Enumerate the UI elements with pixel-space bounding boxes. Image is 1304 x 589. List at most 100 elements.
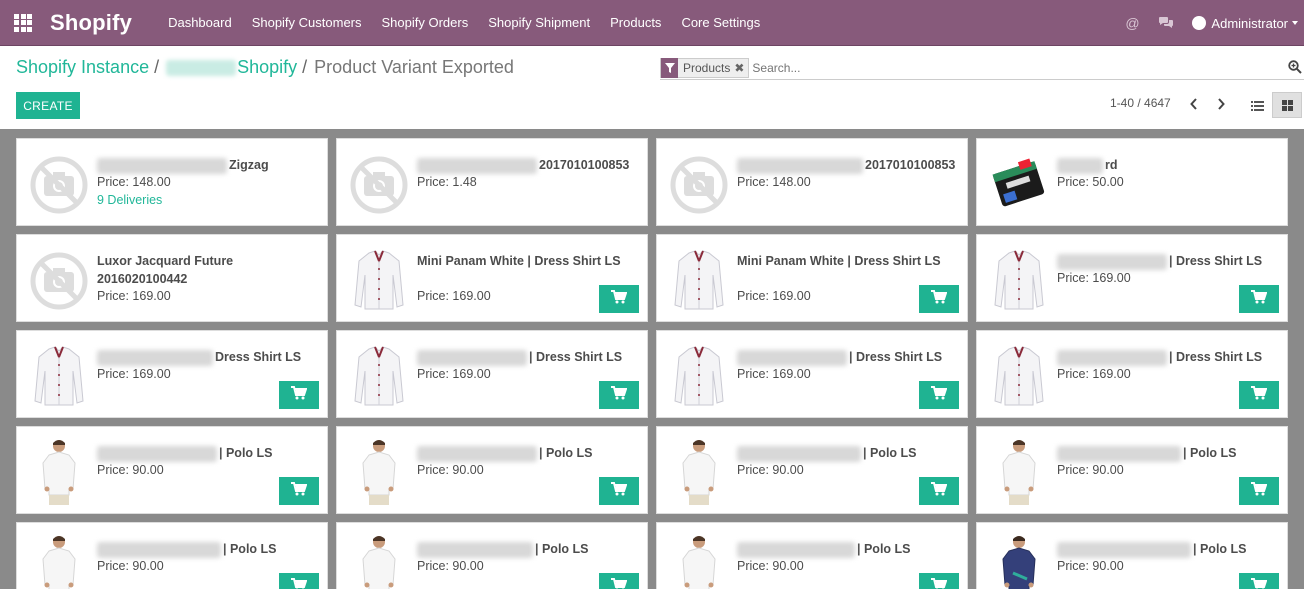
product-card[interactable]: | Polo LS Price: 90.00	[336, 522, 648, 589]
no-image-icon	[347, 149, 411, 217]
product-card[interactable]: | Polo LS Price: 90.00	[336, 426, 648, 514]
shopping-cart-icon	[1251, 481, 1268, 501]
add-to-cart-button[interactable]	[1239, 381, 1279, 409]
add-to-cart-button[interactable]	[599, 381, 639, 409]
product-card[interactable]: Mini Panam White | Dress Shirt LS Price: …	[336, 234, 648, 322]
chat-bubbles-icon[interactable]	[1158, 15, 1174, 31]
add-to-cart-button[interactable]	[1239, 477, 1279, 505]
user-name: Administrator	[1211, 15, 1288, 31]
product-price: Price: 90.00	[97, 559, 164, 573]
add-to-cart-button[interactable]	[279, 381, 319, 409]
shopping-cart-icon	[931, 577, 948, 589]
product-card[interactable]: | Polo LS Price: 90.00	[976, 522, 1288, 589]
product-card[interactable]: 2017010100853 Price: 148.00	[656, 138, 968, 226]
product-card[interactable]: 2017010100853 Price: 1.48	[336, 138, 648, 226]
product-title-text: Mini Panam White | Dress Shirt LS	[417, 254, 621, 268]
product-title: | Polo LS	[737, 540, 963, 558]
product-title-suffix: | Dress Shirt LS	[1169, 254, 1263, 268]
redacted-text	[1057, 253, 1167, 270]
redacted-text	[97, 157, 227, 174]
breadcrumb-instance-name[interactable]: Shopify	[166, 57, 297, 78]
menu-dashboard[interactable]: Dashboard	[168, 15, 232, 30]
add-to-cart-button[interactable]	[279, 573, 319, 589]
dress-shirt-icon	[667, 245, 731, 313]
product-title-text: Mini Panam White | Dress Shirt LS	[737, 254, 941, 268]
product-price: Price: 90.00	[97, 463, 164, 477]
search-icon[interactable]	[1288, 60, 1302, 74]
deliveries-link[interactable]: 9 Deliveries	[97, 193, 162, 207]
add-to-cart-button[interactable]	[919, 381, 959, 409]
pager-value[interactable]: 1-40 / 4647	[1110, 96, 1171, 110]
dress-shirt-icon	[27, 341, 91, 409]
product-card[interactable]: rd Price: 50.00	[976, 138, 1288, 226]
pager-next-icon[interactable]	[1214, 96, 1228, 112]
polo-model-icon	[987, 437, 1051, 505]
list-view-icon[interactable]	[1242, 92, 1272, 118]
shopping-cart-icon	[1251, 385, 1268, 405]
product-card[interactable]: Dress Shirt LS Price: 169.00	[16, 330, 328, 418]
redacted-text	[1057, 157, 1103, 174]
menu-products[interactable]: Products	[610, 15, 661, 30]
redacted-text	[97, 349, 213, 366]
product-card[interactable]: | Polo LS Price: 90.00	[16, 426, 328, 514]
product-price: Price: 50.00	[1057, 175, 1124, 189]
menu-core-settings[interactable]: Core Settings	[681, 15, 760, 30]
add-to-cart-button[interactable]	[1239, 573, 1279, 589]
product-title-suffix: | Polo LS	[1183, 446, 1237, 460]
add-to-cart-button[interactable]	[599, 285, 639, 313]
product-title-suffix: | Polo LS	[535, 542, 589, 556]
product-title-text: Luxor Jacquard Future 2016020100442	[97, 254, 234, 286]
create-button[interactable]: CREATE	[16, 92, 80, 119]
shopping-cart-icon	[291, 577, 308, 589]
product-title: | Polo LS	[417, 540, 643, 558]
product-price: Price: 90.00	[417, 463, 484, 477]
add-to-cart-button[interactable]	[279, 477, 319, 505]
redacted-text	[737, 541, 855, 558]
product-price: Price: 169.00	[97, 289, 171, 303]
breadcrumb-shopify-instance[interactable]: Shopify Instance	[16, 57, 149, 78]
search-bar: Products ✖	[660, 56, 1304, 80]
user-menu[interactable]: Administrator	[1192, 16, 1298, 31]
pager-previous-icon[interactable]	[1187, 96, 1201, 112]
product-title-suffix: | Dress Shirt LS	[849, 350, 943, 364]
polo-model-blue-icon	[987, 533, 1051, 589]
menu-shopify-orders[interactable]: Shopify Orders	[382, 15, 469, 30]
menu-shopify-customers[interactable]: Shopify Customers	[252, 15, 362, 30]
product-card[interactable]: | Polo LS Price: 90.00	[656, 522, 968, 589]
kanban-view-icon[interactable]	[1272, 92, 1302, 118]
product-card[interactable]: | Polo LS Price: 90.00	[976, 426, 1288, 514]
product-card[interactable]: | Polo LS Price: 90.00	[16, 522, 328, 589]
product-card[interactable]: | Dress Shirt LS Price: 169.00	[976, 234, 1288, 322]
redacted-text	[417, 157, 537, 174]
apps-grid-icon[interactable]	[0, 0, 46, 46]
product-card[interactable]: | Dress Shirt LS Price: 169.00	[336, 330, 648, 418]
redacted-text	[97, 541, 221, 558]
product-card[interactable]: | Polo LS Price: 90.00	[656, 426, 968, 514]
add-to-cart-button[interactable]	[599, 477, 639, 505]
product-price: Price: 169.00	[1057, 367, 1131, 381]
product-card[interactable]: Mini Panam White | Dress Shirt LS Price: …	[656, 234, 968, 322]
add-to-cart-button[interactable]	[1239, 285, 1279, 313]
add-to-cart-button[interactable]	[599, 573, 639, 589]
redacted-text	[1057, 349, 1167, 366]
product-card[interactable]: | Dress Shirt LS Price: 169.00	[656, 330, 968, 418]
shopping-cart-icon	[931, 289, 948, 309]
product-price: Price: 169.00	[97, 367, 171, 381]
shopping-cart-icon	[291, 481, 308, 501]
product-title-suffix: | Polo LS	[857, 542, 911, 556]
at-mention-icon[interactable]: @	[1124, 15, 1140, 31]
polo-model-icon	[667, 437, 731, 505]
add-to-cart-button[interactable]	[919, 573, 959, 589]
product-card[interactable]: | Dress Shirt LS Price: 169.00	[976, 330, 1288, 418]
product-card[interactable]: Luxor Jacquard Future 2016020100442 Price…	[16, 234, 328, 322]
product-price: Price: 148.00	[97, 175, 171, 189]
product-card[interactable]: Zigzag Price: 148.00 9 Deliveries	[16, 138, 328, 226]
remove-facet-icon[interactable]: ✖	[734, 61, 748, 75]
menu-shopify-shipment[interactable]: Shopify Shipment	[488, 15, 590, 30]
product-title-suffix: Zigzag	[229, 158, 269, 172]
breadcrumb-separator: /	[154, 57, 160, 77]
add-to-cart-button[interactable]	[919, 285, 959, 313]
add-to-cart-button[interactable]	[919, 477, 959, 505]
search-input[interactable]	[752, 60, 1273, 75]
product-title-suffix: | Polo LS	[223, 542, 277, 556]
